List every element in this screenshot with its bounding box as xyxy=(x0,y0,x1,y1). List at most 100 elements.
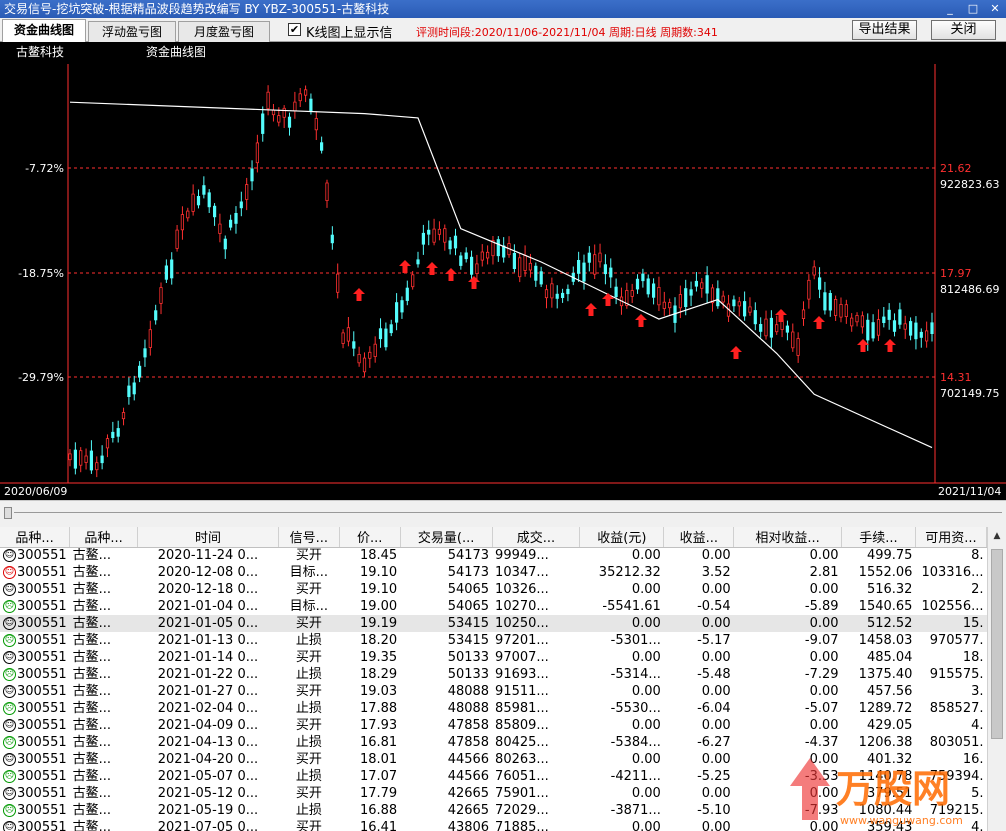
cell-amount: 75901... xyxy=(495,785,549,801)
candle-body xyxy=(598,252,602,263)
candle-body xyxy=(662,301,666,309)
candle-body xyxy=(850,317,854,327)
watermark-logo: 万股网 www.wanguwang.com xyxy=(790,758,963,827)
cell-name: 古鳌... xyxy=(72,683,112,699)
table-row[interactable]: ☺ 300551 古鳌... 2021-04-09 0... 买开 17.93 47858 8… xyxy=(0,717,987,734)
cell-rel-profit: 0.00 xyxy=(809,683,839,699)
table-row[interactable]: ☺ 300551 古鳌... 2021-01-05 0... 买开 19.19 53415 1… xyxy=(0,615,987,632)
column-header[interactable]: 价... xyxy=(339,527,401,548)
close-button[interactable]: 关闭 xyxy=(931,20,996,40)
column-header[interactable]: 手续... xyxy=(841,527,916,548)
table-row[interactable]: ☹ 300551 古鳌... 2021-02-04 0... 止损 17.88 48088 8… xyxy=(0,700,987,717)
scroll-thumb[interactable] xyxy=(991,549,1003,739)
table-row[interactable]: ☺ 300551 古鳌... 2021-01-14 0... 买开 19.35 50133 9… xyxy=(0,649,987,666)
cell-amount: 80425... xyxy=(495,734,549,750)
cell-code-text: 300551 xyxy=(17,819,67,831)
table-row[interactable]: ☹ 300551 古鳌... 2021-01-22 0... 止损 18.29 50133 9… xyxy=(0,666,987,683)
cell-avail: 970577. xyxy=(929,632,984,648)
column-header[interactable]: 时间 xyxy=(137,527,279,548)
candle-body xyxy=(469,256,474,275)
candle-body xyxy=(759,323,763,332)
column-header[interactable]: 成交... xyxy=(492,527,581,548)
table-row[interactable]: ☹ 300551 古鳌... 2021-01-13 0... 止损 18.20 53415 9… xyxy=(0,632,987,649)
candle-body xyxy=(528,262,533,271)
column-header[interactable]: 交易量(... xyxy=(400,527,493,548)
loss-face-icon: ☹ xyxy=(3,769,16,783)
cell-profit-pct: 0.00 xyxy=(701,547,731,563)
candle-body xyxy=(737,301,741,307)
candle-body xyxy=(164,265,168,280)
table-row[interactable]: ☹ 300551 古鳌... 2021-04-13 0... 止损 16.81 47858 8… xyxy=(0,734,987,751)
window-close-button[interactable]: ✕ xyxy=(987,1,1003,17)
table-vertical-scrollbar[interactable]: ▲ xyxy=(987,527,1006,831)
cell-avail: 102556... xyxy=(921,598,984,614)
minimize-button[interactable]: _ xyxy=(942,1,958,17)
scroll-thumb[interactable] xyxy=(4,507,12,519)
tab-monthly-pnl[interactable]: 月度盈亏图 xyxy=(178,21,270,42)
chart-horizontal-scrollbar[interactable] xyxy=(0,500,1006,524)
column-header[interactable]: 收益... xyxy=(663,527,735,548)
scroll-up-arrow-icon[interactable]: ▲ xyxy=(990,531,1004,545)
column-header[interactable]: 品种... xyxy=(0,527,71,548)
candle-body xyxy=(577,259,581,274)
candle-body xyxy=(218,223,222,234)
cell-amount: 71885... xyxy=(495,819,549,831)
candle-body xyxy=(828,292,832,311)
candle-body xyxy=(646,278,650,295)
column-header[interactable]: 可用资... xyxy=(915,527,987,548)
buy-signal-arrow-icon xyxy=(730,346,742,359)
candle-body xyxy=(475,263,479,274)
export-results-button[interactable]: 导出结果 xyxy=(852,20,917,40)
candle-body xyxy=(212,205,217,218)
candle-body xyxy=(641,273,645,282)
cell-name: 古鳌... xyxy=(72,785,112,801)
candle-body xyxy=(534,265,538,281)
cell-code-text: 300551 xyxy=(17,632,67,648)
left-axis-label: -7.72% xyxy=(25,162,64,175)
cell-fee: 457.56 xyxy=(866,683,913,699)
tab-equity-curve[interactable]: 资金曲线图 xyxy=(2,19,86,42)
candle-body xyxy=(555,293,559,299)
candle-body xyxy=(716,288,720,307)
right-equity-label: 812486.69 xyxy=(940,283,1000,296)
cell-signal: 买开 xyxy=(295,683,322,699)
cell-time: 2021-01-04 0... xyxy=(157,598,259,614)
candle-body xyxy=(180,214,184,231)
watermark-arrow-icon xyxy=(790,758,830,820)
column-header[interactable]: 信号... xyxy=(278,527,340,548)
table-row[interactable]: ☺ 300551 古鳌... 2020-12-18 0... 买开 19.10 54065 1… xyxy=(0,581,987,598)
candle-body xyxy=(914,322,918,340)
buy-signal-arrow-icon xyxy=(884,339,896,352)
table-row[interactable]: ☺ 300551 古鳌... 2020-12-08 0... 目标... 19.10 541… xyxy=(0,564,987,581)
table-row[interactable]: ☺ 300551 古鳌... 2021-01-27 0... 买开 19.03 48088 9… xyxy=(0,683,987,700)
column-header[interactable]: 品种... xyxy=(69,527,139,548)
candle-body xyxy=(250,168,254,182)
kline-signal-checkbox-label[interactable]: K线图上显示信 xyxy=(306,22,400,41)
candle-body xyxy=(228,219,233,228)
cell-profit-pct: 0.00 xyxy=(663,615,734,632)
cell-price: 19.03 xyxy=(359,683,398,699)
tab-floating-pnl[interactable]: 浮动盈亏图 xyxy=(88,21,176,42)
cell-avail: 3. xyxy=(971,683,984,699)
cell-fee: 1552.06 xyxy=(858,564,913,580)
neutral-face-icon: ☺ xyxy=(3,820,16,831)
candle-body xyxy=(394,302,399,323)
table-row[interactable]: ☺ 300551 古鳌... 2020-11-24 0... 买开 18.45 54173 9… xyxy=(0,547,987,564)
candle-body xyxy=(485,251,490,259)
column-header[interactable]: 相对收益... xyxy=(733,527,843,548)
cell-volume: 50133 xyxy=(447,649,490,665)
candle-body xyxy=(346,327,351,342)
column-header[interactable]: 收益(元) xyxy=(579,527,665,548)
table-row[interactable]: ☹ 300551 古鳌... 2021-01-04 0... 目标... 19.00 540… xyxy=(0,598,987,615)
cell-profit-pct: 0.00 xyxy=(701,683,731,699)
cell-name: 古鳌... xyxy=(72,666,112,682)
maximize-button[interactable]: □ xyxy=(965,1,981,17)
cell-signal: 买开 xyxy=(295,751,322,767)
candle-body xyxy=(127,385,131,398)
kline-signal-checkbox[interactable]: ✔ xyxy=(288,23,301,36)
cell-volume: 47858 xyxy=(447,734,490,750)
candle-body xyxy=(834,298,838,316)
cell-amount: 10326... xyxy=(495,581,549,597)
equity-curve-series xyxy=(69,101,933,449)
cell-code: ☺ 300551 xyxy=(0,819,70,831)
